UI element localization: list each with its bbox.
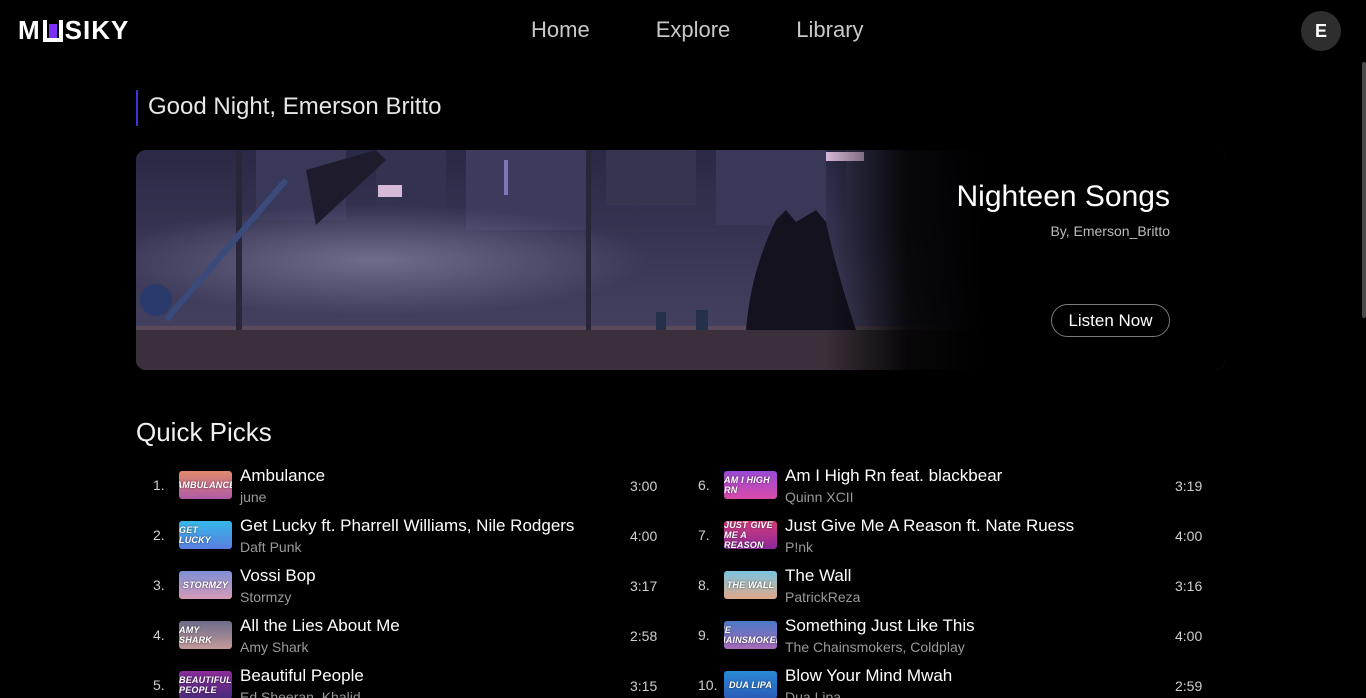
track-artist[interactable]: Amy Shark [240, 639, 308, 655]
track-artist[interactable]: Dua Lipa [785, 689, 841, 698]
track-number: 1. [153, 477, 165, 493]
track-number: 6. [698, 477, 710, 493]
playlist-author: By, Emerson_Britto [1050, 223, 1170, 239]
track-duration: 2:58 [630, 628, 658, 644]
track-artist[interactable]: Quinn XCII [785, 489, 853, 505]
track-title[interactable]: Blow Your Mind Mwah [785, 666, 952, 686]
track-duration: 3:17 [630, 578, 658, 594]
track-title[interactable]: Am I High Rn feat. blackbear [785, 466, 1002, 486]
track-title[interactable]: Ambulance [240, 466, 325, 486]
listen-now-button[interactable]: Listen Now [1051, 304, 1170, 337]
top-bar: M SIKY Home Explore Library E [0, 0, 1366, 62]
track-cover-art[interactable]: BEAUTIFUL PEOPLE [179, 671, 232, 698]
track-duration: 3:19 [1175, 478, 1203, 494]
track-cover-art[interactable]: JUST GIVE ME A REASON [724, 521, 777, 549]
track-artist[interactable]: P!nk [785, 539, 813, 555]
logo-letter-m: M [18, 15, 41, 45]
track-number: 2. [153, 527, 165, 543]
track-row[interactable]: 9. THE CHAINSMOKERS Something Just Like Th… [681, 610, 1211, 660]
track-cover-art[interactable]: GET LUCKY [179, 521, 232, 549]
track-number: 4. [153, 627, 165, 643]
track-number: 3. [153, 577, 165, 593]
track-artist[interactable]: The Chainsmokers, Coldplay [785, 639, 965, 655]
track-artist[interactable]: june [240, 489, 266, 505]
track-number: 10. [698, 677, 718, 693]
track-row[interactable]: 5. BEAUTIFUL PEOPLE Beautiful People Ed She… [136, 660, 666, 698]
track-title[interactable]: Vossi Bop [240, 566, 316, 586]
track-cover-art[interactable]: DUA LIPA [724, 671, 777, 698]
logo-u-glyph [42, 19, 63, 42]
track-number: 9. [698, 627, 710, 643]
track-title[interactable]: Get Lucky ft. Pharrell Williams, Nile Ro… [240, 516, 574, 536]
main-nav: Home Explore Library [531, 17, 864, 43]
track-row[interactable]: 6. AM I HIGH RN Am I High Rn feat. blackbe… [681, 460, 1211, 510]
quick-picks-column-right: 6. AM I HIGH RN Am I High Rn feat. blackbe… [681, 460, 1211, 698]
track-duration: 4:00 [1175, 528, 1203, 544]
track-artist[interactable]: Ed Sheeran, Khalid [240, 689, 361, 698]
user-avatar[interactable]: E [1301, 11, 1341, 51]
track-row[interactable]: 8. THE WALL The Wall PatrickReza 3:16 [681, 560, 1211, 610]
track-cover-art[interactable]: STORMZY [179, 571, 232, 599]
track-cover-art[interactable]: AM I HIGH RN [724, 471, 777, 499]
greeting-heading: Good Night, Emerson Britto [136, 90, 441, 126]
track-title[interactable]: Something Just Like This [785, 616, 975, 636]
track-duration: 4:00 [630, 528, 658, 544]
quick-picks-heading: Quick Picks [136, 417, 272, 447]
app-page: M SIKY Home Explore Library E Good Night… [0, 0, 1366, 698]
track-row[interactable]: 3. STORMZY Vossi Bop Stormzy 3:17 [136, 560, 666, 610]
nav-explore[interactable]: Explore [656, 17, 731, 43]
track-cover-art[interactable]: AMBULANCE [179, 471, 232, 499]
track-row[interactable]: 2. GET LUCKY Get Lucky ft. Pharrell Willia… [136, 510, 666, 560]
track-row[interactable]: 4. AMY SHARK All the Lies About Me Amy Shar… [136, 610, 666, 660]
page-scrollbar[interactable] [1362, 62, 1366, 318]
track-artist[interactable]: Stormzy [240, 589, 291, 605]
musiky-logo[interactable]: M SIKY [18, 15, 129, 46]
track-cover-art[interactable]: THE WALL [724, 571, 777, 599]
playlist-title: Nighteen Songs [956, 180, 1171, 213]
track-title[interactable]: The Wall [785, 566, 851, 586]
track-duration: 4:00 [1175, 628, 1203, 644]
track-row[interactable]: 7. JUST GIVE ME A REASON Just Give Me A Re… [681, 510, 1211, 560]
quick-picks-column-left: 1. AMBULANCE Ambulance june 3:00 2. GET LUCKY G… [136, 460, 666, 698]
track-number: 8. [698, 577, 710, 593]
track-title[interactable]: Just Give Me A Reason ft. Nate Ruess [785, 516, 1074, 536]
track-duration: 3:16 [1175, 578, 1203, 594]
track-row[interactable]: 1. AMBULANCE Ambulance june 3:00 [136, 460, 666, 510]
nav-home[interactable]: Home [531, 17, 590, 43]
track-duration: 2:59 [1175, 678, 1203, 694]
track-title[interactable]: All the Lies About Me [240, 616, 400, 636]
track-artist[interactable]: Daft Punk [240, 539, 301, 555]
track-duration: 3:15 [630, 678, 658, 694]
track-number: 5. [153, 677, 165, 693]
logo-letters-siky: SIKY [64, 15, 130, 45]
track-duration: 3:00 [630, 478, 658, 494]
featured-playlist-banner[interactable]: Nighteen Songs By, Emerson_Britto Listen… [136, 150, 1225, 370]
track-row[interactable]: 10. DUA LIPA Blow Your Mind Mwah Dua Lipa 2:… [681, 660, 1211, 698]
track-artist[interactable]: PatrickReza [785, 589, 860, 605]
track-title[interactable]: Beautiful People [240, 666, 364, 686]
track-number: 7. [698, 527, 710, 543]
track-cover-art[interactable]: THE CHAINSMOKERS [724, 621, 777, 649]
nav-library[interactable]: Library [796, 17, 863, 43]
track-cover-art[interactable]: AMY SHARK [179, 621, 232, 649]
